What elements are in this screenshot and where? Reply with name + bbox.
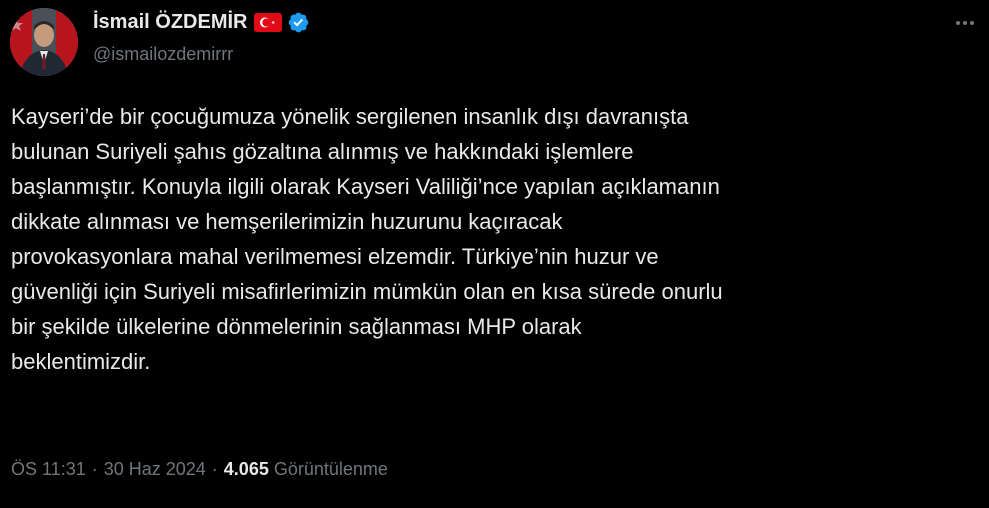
- meta-separator: ·: [91, 459, 98, 479]
- tweet-text-line: bulunan Suriyeli şahıs gözaltına alınmış…: [11, 139, 634, 164]
- tweet-card: İsmail ÖZDEMİR @ismailozdemirrr Kayseri’…: [0, 0, 989, 508]
- tweet-text-line: başlanmıştır. Konuyla ilgili olarak Kays…: [11, 174, 720, 199]
- views-label: Görüntülenme: [273, 459, 388, 479]
- tweet-text-line: provokasyonlara mahal verilmemesi elzemd…: [11, 244, 659, 269]
- author-display-name[interactable]: İsmail ÖZDEMİR: [93, 11, 247, 34]
- author-name-row: İsmail ÖZDEMİR: [93, 9, 310, 35]
- tweet-text-line: güvenliği için Suriyeli misafirlerimizin…: [11, 279, 723, 304]
- tweet-text-line: Kayseri’de bir çocuğumuza yönelik sergil…: [11, 104, 689, 129]
- tweet-text-line: bir şekilde ülkelerine dönmelerinin sağl…: [11, 314, 582, 339]
- views-count: 4.065: [223, 459, 269, 479]
- turkey-flag-icon: [254, 12, 283, 32]
- tweet-text-line: dikkate alınması ve hemşerilerimizin huz…: [11, 209, 563, 234]
- author-handle[interactable]: @ismailozdemirrr: [93, 44, 233, 65]
- tweet-text: Kayseri’de bir çocuğumuza yönelik sergil…: [11, 99, 971, 379]
- avatar[interactable]: [10, 8, 78, 76]
- tweet-time[interactable]: ÖS 11:31: [11, 459, 86, 480]
- verified-badge-icon[interactable]: [287, 11, 310, 34]
- tweet-meta: ÖS 11:31 · 30 Haz 2024 · 4.065 Görüntüle…: [11, 459, 388, 480]
- tweet-text-line: beklentimizdir.: [11, 349, 151, 374]
- more-options-icon[interactable]: [950, 10, 980, 36]
- meta-separator: ·: [211, 459, 218, 479]
- tweet-date[interactable]: 30 Haz 2024: [104, 459, 206, 480]
